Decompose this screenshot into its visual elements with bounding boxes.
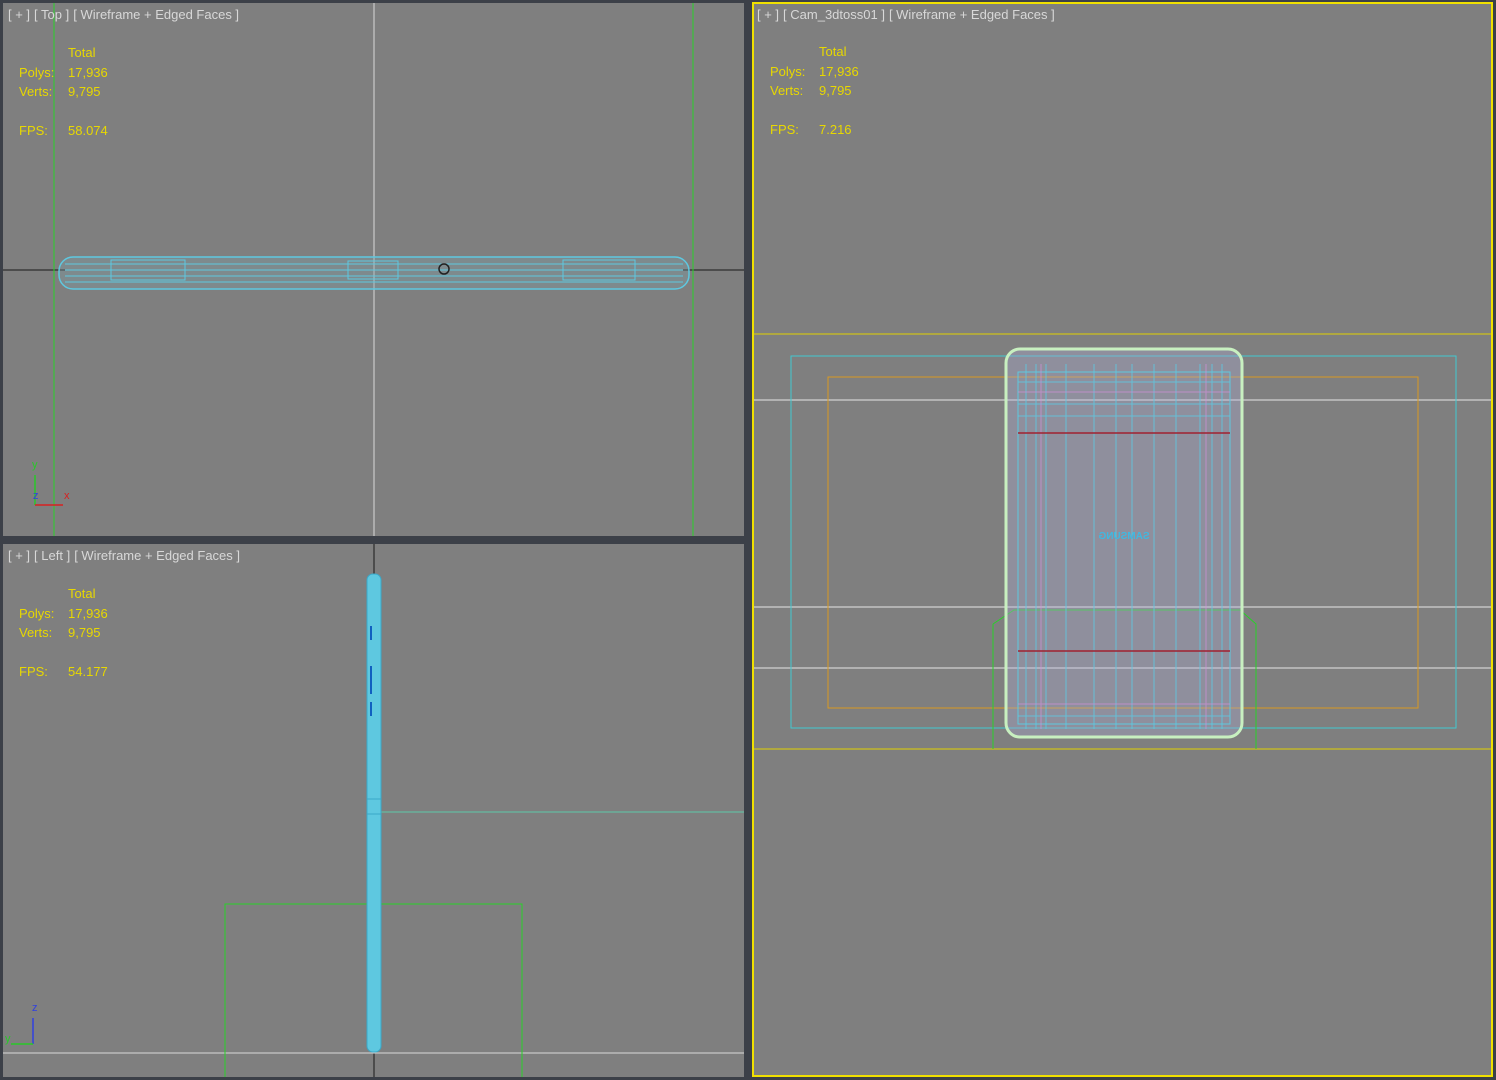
brand-logo: SAMSUNG	[1098, 531, 1149, 542]
axis-gizmo	[11, 1018, 34, 1045]
axis-x-label: x	[64, 490, 70, 502]
phone-wireframe-front	[1004, 347, 1244, 739]
camera-view-canvas: SAMSUNG	[754, 333, 1491, 750]
polys-value: 17,936	[819, 63, 859, 79]
polys-label: Polys:	[770, 63, 806, 79]
viewport-label[interactable]: [ + ] [ Cam_3dtoss01 ] [ Wireframe + Edged…	[757, 7, 1059, 22]
axis-y-label: y	[32, 459, 38, 471]
axis-y-label: y	[5, 1033, 11, 1045]
stats-header: Total	[819, 44, 847, 59]
viewport-view-menu[interactable]: [ Cam_3dtoss01 ]	[783, 7, 885, 22]
verts-label: Verts:	[770, 83, 804, 98]
verts-value: 9,795	[819, 83, 852, 98]
axis-z-label: z	[33, 490, 39, 502]
viewport-shading-menu[interactable]: [ Wireframe + Edged Faces ]	[889, 7, 1055, 22]
fps-label: FPS:	[770, 121, 799, 137]
viewport-left[interactable]: [ + ][ Left ][ Wireframe + Edged Faces ]…	[3, 544, 744, 1077]
axis-gizmo	[34, 475, 63, 506]
fps-value: 7.216	[819, 121, 852, 137]
viewport-top[interactable]: [ + ][ Top ][ Wireframe + Edged Faces ] …	[3, 3, 744, 536]
viewport-camera[interactable]: SAMSUNG [ + ] [ Cam_3dtoss01 ] [ Wireframe…	[752, 2, 1493, 1077]
axis-z-label: z	[32, 1002, 38, 1014]
viewport-menu-button[interactable]: [ + ]	[757, 7, 779, 22]
